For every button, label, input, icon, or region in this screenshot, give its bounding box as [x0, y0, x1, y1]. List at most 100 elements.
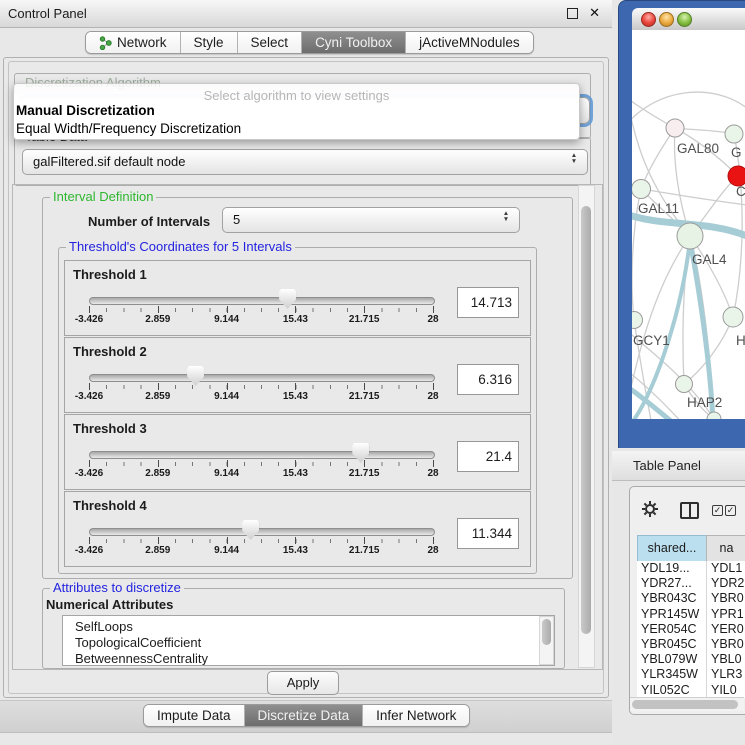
table-row[interactable]: YLR345WYLR3: [637, 667, 745, 682]
threshold-value-field[interactable]: 14.713: [457, 287, 519, 318]
table-data-combo[interactable]: galFiltered.sif default node ▲▼: [22, 149, 588, 175]
scrollbar-thumb[interactable]: [542, 619, 551, 645]
network-node-gcy1[interactable]: [632, 312, 643, 329]
threshold-value-field[interactable]: 6.316: [457, 364, 519, 395]
slider-thumb[interactable]: [352, 443, 369, 463]
node-table-rows[interactable]: YDL19...YDL1YDR27...YDR2YBR043CYBR0YPR14…: [637, 561, 745, 698]
checkbox-checked-icon[interactable]: ✓: [712, 505, 723, 516]
tab-cyni-toolbox[interactable]: Cyni Toolbox: [301, 32, 405, 53]
network-node-c[interactable]: [728, 166, 745, 186]
table-horizontal-scrollbar[interactable]: [630, 697, 744, 711]
tab-network[interactable]: Network: [86, 32, 180, 53]
slider-track[interactable]: [89, 297, 435, 305]
slider-minor-ticks: [89, 462, 434, 466]
tick-label: 2.859: [145, 468, 170, 479]
network-node[interactable]: [707, 412, 721, 419]
gear-icon[interactable]: [641, 500, 659, 518]
tick-label: 21.715: [349, 391, 380, 402]
threshold-value-field[interactable]: 11.344: [457, 518, 519, 549]
network-nodes[interactable]: GAL80GCGAL11GAL4GCY1HHAP2: [632, 119, 745, 419]
tab-label: Infer Network: [376, 708, 456, 723]
control-panel-titlebar: Control Panel ✕: [0, 0, 612, 28]
minimize-traffic-light[interactable]: [659, 12, 674, 27]
table-row[interactable]: YER054CYER0: [637, 622, 745, 637]
checkbox-checked-icon[interactable]: ✓: [725, 505, 736, 516]
tick-label: 9.144: [214, 314, 239, 325]
dropdown-option-manual-discretization[interactable]: Manual Discretization: [16, 103, 155, 118]
column-header-name[interactable]: na: [706, 535, 745, 562]
threshold-row-3: Threshold 3-3.4262.8599.14415.4321.71528…: [64, 414, 531, 490]
table-row[interactable]: YBR045CYBR0: [637, 637, 745, 652]
table-row[interactable]: YDR27...YDR2: [637, 576, 745, 591]
table-row[interactable]: YIL052CYIL0: [637, 683, 745, 698]
settings-vertical-scrollbar[interactable]: [578, 185, 595, 668]
cell-name: YBL0: [711, 652, 745, 667]
slider-thumb[interactable]: [279, 289, 296, 309]
network-window-titlebar: [632, 8, 745, 31]
slider-track[interactable]: [89, 451, 435, 459]
cell-shared-name: YBR045C: [641, 637, 705, 652]
slider-thumb[interactable]: [187, 366, 204, 386]
close-icon[interactable]: ✕: [589, 5, 600, 21]
network-node-gal11[interactable]: [632, 180, 651, 199]
network-node-hap2[interactable]: [676, 376, 693, 393]
node-label: GAL11: [638, 201, 679, 216]
threshold-row-2: Threshold 2-3.4262.8599.14415.4321.71528…: [64, 337, 531, 413]
slider-major-tick: [89, 460, 90, 467]
tab-infer-network[interactable]: Infer Network: [362, 705, 469, 726]
slider-major-tick: [158, 537, 159, 544]
slider-thumb[interactable]: [242, 520, 259, 540]
slider-minor-ticks: [89, 308, 434, 312]
scrollbar-thumb[interactable]: [581, 206, 591, 634]
column-header-shared-name[interactable]: shared...: [637, 535, 707, 562]
zoom-traffic-light[interactable]: [677, 12, 692, 27]
slider-major-tick: [433, 306, 434, 313]
close-traffic-light[interactable]: [641, 12, 656, 27]
slider-track[interactable]: [89, 528, 435, 536]
attribute-item[interactable]: TopologicalCoefficient: [63, 635, 554, 651]
cell-shared-name: YER054C: [641, 622, 705, 637]
network-view-canvas[interactable]: GAL80GCGAL11GAL4GCY1HHAP2: [632, 30, 745, 419]
table-row[interactable]: YBL079W YBL0: [637, 652, 745, 667]
attribute-item[interactable]: SelfLoops: [63, 619, 554, 635]
tab-style[interactable]: Style: [180, 32, 237, 53]
attributes-list-scrollbar[interactable]: [539, 616, 554, 665]
network-node-gal80[interactable]: [666, 119, 684, 137]
slider-major-tick: [364, 383, 365, 390]
network-node-g[interactable]: [725, 125, 743, 143]
table-row[interactable]: YPR145WYPR1: [637, 607, 745, 622]
number-of-intervals-combo[interactable]: 5 ▲▼: [222, 207, 520, 233]
node-label: GAL80: [677, 141, 719, 156]
attribute-item[interactable]: BetweennessCentrality: [63, 651, 554, 666]
cell-shared-name: YBL079W: [641, 652, 705, 667]
tick-label: -3.426: [75, 468, 103, 479]
tick-label: 15.43: [283, 468, 308, 479]
network-node-h[interactable]: [723, 307, 743, 327]
cell-shared-name: YPR145W: [641, 607, 705, 622]
table-row[interactable]: YDL19...YDL1: [637, 561, 745, 576]
tick-label: 15.43: [283, 391, 308, 402]
network-node-gal4[interactable]: [677, 223, 703, 249]
tab-label: Cyni Toolbox: [315, 35, 392, 50]
tick-label: 28: [427, 545, 438, 556]
slider-major-tick: [158, 383, 159, 390]
network-icon: [99, 36, 112, 50]
scrollbar-thumb[interactable]: [632, 700, 738, 709]
slider-track[interactable]: [89, 374, 435, 382]
tab-jactivemnodules[interactable]: jActiveMNodules: [405, 32, 533, 53]
slider-minor-ticks: [89, 539, 434, 543]
threshold-value-field[interactable]: 21.4: [457, 441, 519, 472]
table-row[interactable]: YBR043CYBR0: [637, 591, 745, 606]
tab-impute-data[interactable]: Impute Data: [144, 705, 244, 726]
column-split-icon[interactable]: [680, 502, 699, 519]
cell-name: YIL0: [711, 683, 745, 698]
threshold-label: Threshold 1: [73, 267, 147, 282]
float-window-icon[interactable]: [567, 8, 578, 19]
slider-major-tick: [89, 537, 90, 544]
tab-discretize-data[interactable]: Discretize Data: [244, 705, 363, 726]
dropdown-option-equal-width-frequency[interactable]: Equal Width/Frequency Discretization: [16, 121, 241, 136]
apply-button[interactable]: Apply: [267, 671, 339, 695]
slider-major-tick: [364, 460, 365, 467]
numerical-attributes-list[interactable]: SelfLoopsTopologicalCoefficientBetweenne…: [62, 615, 555, 666]
tab-select[interactable]: Select: [237, 32, 302, 53]
